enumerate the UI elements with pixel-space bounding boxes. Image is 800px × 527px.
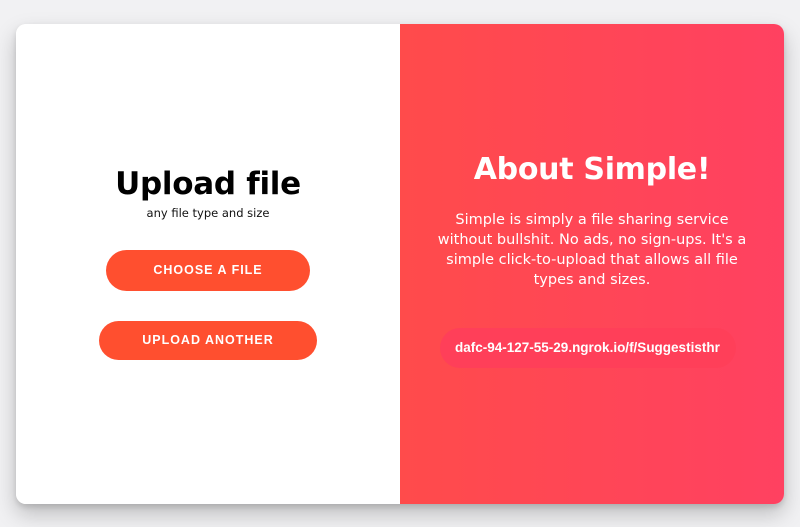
main-card: Upload file any file type and size CHOOS…	[16, 24, 784, 504]
share-link-field[interactable]: dafc-94-127-55-29.ngrok.io/f/Suggestisth…	[440, 328, 736, 368]
choose-file-button[interactable]: CHOOSE A FILE	[106, 250, 310, 291]
share-link-text[interactable]: dafc-94-127-55-29.ngrok.io/f/Suggestisth…	[455, 328, 729, 368]
upload-another-button[interactable]: UPLOAD ANOTHER	[99, 321, 317, 360]
upload-panel: Upload file any file type and size CHOOS…	[16, 24, 400, 504]
about-panel: About Simple! Simple is simply a file sh…	[400, 24, 784, 504]
about-description: Simple is simply a file sharing service …	[437, 212, 747, 288]
about-title: About Simple!	[473, 152, 711, 187]
upload-subtitle: any file type and size	[146, 206, 270, 220]
upload-title: Upload file	[115, 166, 301, 202]
